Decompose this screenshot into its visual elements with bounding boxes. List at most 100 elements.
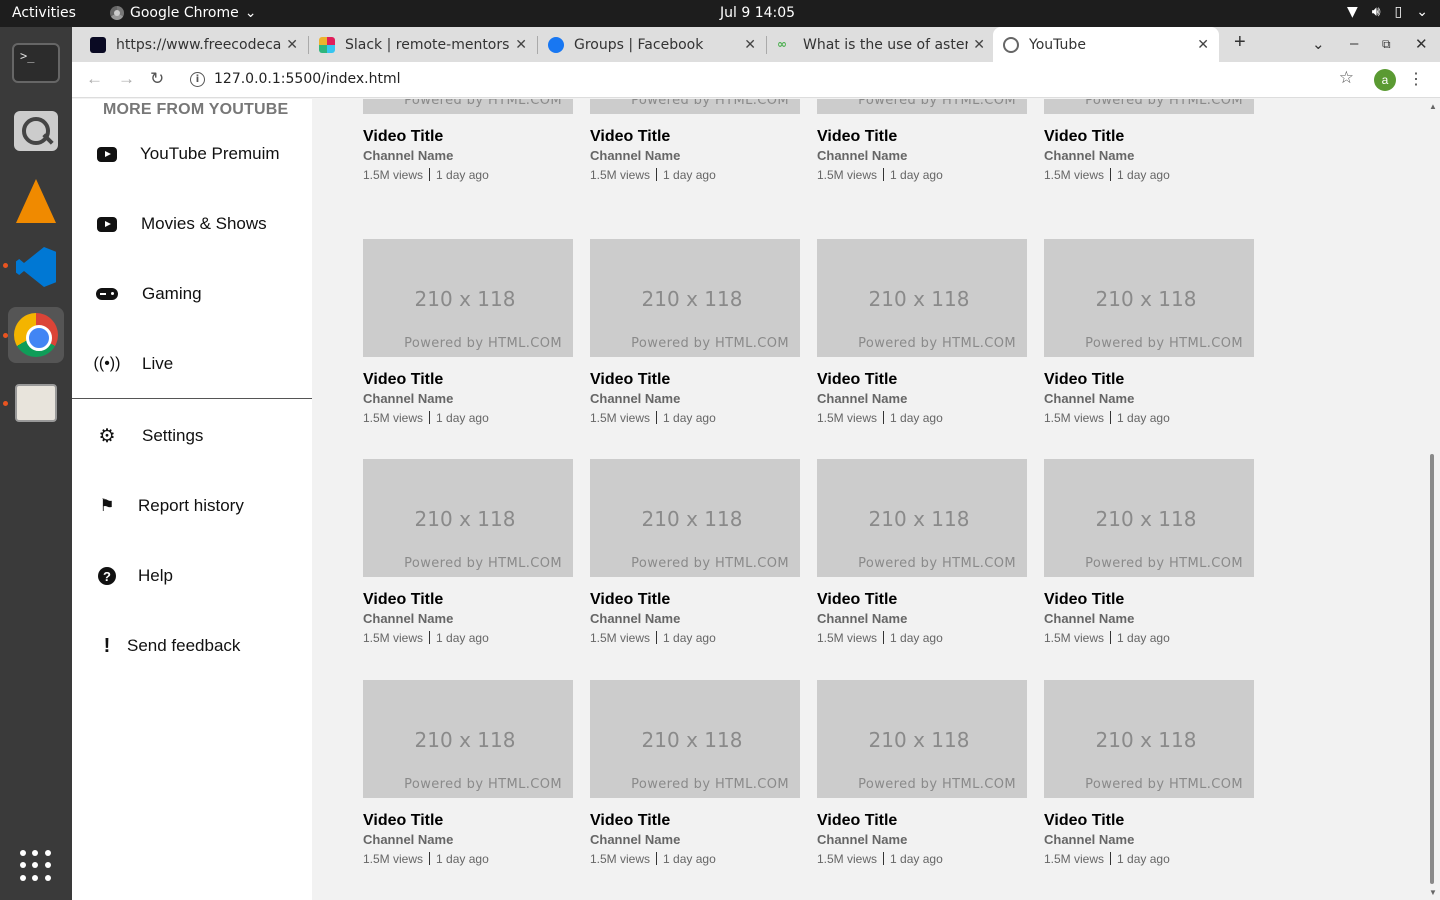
- close-icon[interactable]: ✕: [1197, 37, 1209, 53]
- video-card[interactable]: 210 x 118Powered by HTML.COM Video TitleC…: [363, 239, 573, 427]
- profile-avatar[interactable]: a: [1374, 69, 1396, 91]
- dock-search[interactable]: [8, 103, 64, 159]
- video-title[interactable]: Video Title: [817, 812, 1027, 830]
- channel-name[interactable]: Channel Name: [590, 830, 800, 850]
- video-thumbnail[interactable]: 210 x 118Powered by HTML.COM: [1044, 459, 1254, 577]
- video-title[interactable]: Video Title: [1044, 812, 1254, 830]
- close-icon[interactable]: ✕: [973, 37, 985, 53]
- video-title[interactable]: Video Title: [817, 128, 1027, 146]
- sidebar-item-help[interactable]: ? Help: [72, 556, 312, 596]
- back-arrow-icon[interactable]: ←: [86, 69, 103, 89]
- channel-name[interactable]: Channel Name: [1044, 830, 1254, 850]
- reload-icon[interactable]: ↻: [150, 69, 164, 89]
- menu-kebab-icon[interactable]: ⋮: [1408, 69, 1424, 89]
- dock-terminal[interactable]: >_: [8, 35, 64, 91]
- close-icon[interactable]: ✕: [515, 37, 527, 53]
- tab-slack[interactable]: Slack | remote-mentorship ✕: [309, 27, 537, 62]
- video-title[interactable]: Video Title: [590, 812, 800, 830]
- video-title[interactable]: Video Title: [1044, 591, 1254, 609]
- dock-files[interactable]: [8, 375, 64, 431]
- scroll-up-icon[interactable]: ▲: [1429, 102, 1437, 111]
- video-thumbnail[interactable]: 210 x 118Powered by HTML.COM: [1044, 99, 1254, 114]
- video-thumbnail[interactable]: 210 x 118Powered by HTML.COM: [590, 459, 800, 577]
- channel-name[interactable]: Channel Name: [590, 609, 800, 629]
- video-card[interactable]: 210 x 118Powered by HTML.COM Video TitleC…: [1044, 239, 1254, 427]
- video-card[interactable]: 210 x 118Powered by HTML.COM Video TitleC…: [1044, 459, 1254, 647]
- new-tab-button[interactable]: +: [1234, 31, 1246, 54]
- close-icon[interactable]: ✕: [744, 37, 756, 53]
- video-card[interactable]: 210 x 118Powered by HTML.COM Video TitleC…: [363, 459, 573, 647]
- video-thumbnail[interactable]: 210 x 118Powered by HTML.COM: [590, 680, 800, 798]
- video-card[interactable]: 210 x 118Powered by HTML.COMVideo TitleC…: [817, 680, 1027, 868]
- channel-name[interactable]: Channel Name: [590, 389, 800, 409]
- dock-vscode[interactable]: [8, 239, 64, 295]
- page-scrollbar[interactable]: ▲ ▼: [1426, 99, 1440, 900]
- video-thumbnail[interactable]: 210 x 118Powered by HTML.COM: [1044, 680, 1254, 798]
- video-title[interactable]: Video Title: [363, 591, 573, 609]
- video-thumbnail[interactable]: 210 x 118Powered by HTML.COM: [817, 99, 1027, 114]
- activities-button[interactable]: Activities: [12, 5, 76, 21]
- video-thumbnail[interactable]: 210 x 118Powered by HTML.COM: [363, 239, 573, 357]
- video-title[interactable]: Video Title: [817, 591, 1027, 609]
- video-thumbnail[interactable]: 210 x 118Powered by HTML.COM: [363, 99, 573, 114]
- video-card[interactable]: 210 x 118Powered by HTML.COM Video TitleC…: [1044, 680, 1254, 868]
- channel-name[interactable]: Channel Name: [817, 146, 1027, 166]
- channel-name[interactable]: Channel Name: [363, 609, 573, 629]
- video-thumbnail[interactable]: 210 x 118Powered by HTML.COM: [817, 239, 1027, 357]
- video-card[interactable]: 210 x 118Powered by HTML.COM Video TitleC…: [363, 680, 573, 868]
- video-thumbnail[interactable]: 210 x 118Powered by HTML.COM: [590, 239, 800, 357]
- sidebar-item-live[interactable]: ((•)) Live: [72, 344, 312, 384]
- video-card[interactable]: 210 x 118Powered by HTML.COM Video TitleC…: [590, 239, 800, 427]
- channel-name[interactable]: Channel Name: [590, 146, 800, 166]
- tab-search-icon[interactable]: ⌄: [1312, 35, 1325, 53]
- video-title[interactable]: Video Title: [363, 812, 573, 830]
- channel-name[interactable]: Channel Name: [363, 389, 573, 409]
- video-title[interactable]: Video Title: [1044, 371, 1254, 389]
- sidebar-item-movies-shows[interactable]: Movies & Shows: [72, 204, 312, 244]
- video-title[interactable]: Video Title: [590, 591, 800, 609]
- sidebar-item-settings[interactable]: ⚙ Settings: [72, 416, 312, 456]
- video-card[interactable]: 210 x 118Powered by HTML.COM Video TitleC…: [1044, 99, 1254, 184]
- close-icon[interactable]: ✕: [286, 37, 298, 53]
- clock[interactable]: Jul 9 14:05: [720, 5, 795, 21]
- video-thumbnail[interactable]: 210 x 118Powered by HTML.COM: [1044, 239, 1254, 357]
- minimize-icon[interactable]: –: [1350, 35, 1358, 52]
- video-card[interactable]: 210 x 118Powered by HTML.COM Video TitleC…: [590, 459, 800, 647]
- video-thumbnail[interactable]: 210 x 118Powered by HTML.COM: [363, 680, 573, 798]
- video-thumbnail[interactable]: 210 x 118Powered by HTML.COM: [817, 459, 1027, 577]
- sidebar-item-gaming[interactable]: Gaming: [72, 274, 312, 314]
- info-icon[interactable]: i: [190, 71, 205, 87]
- video-title[interactable]: Video Title: [1044, 128, 1254, 146]
- dock-chrome[interactable]: [8, 307, 64, 363]
- channel-name[interactable]: Channel Name: [1044, 146, 1254, 166]
- video-card[interactable]: 210 x 118Powered by HTML.COM Video TitleC…: [590, 99, 800, 184]
- tab-freecodecamp[interactable]: https://www.freecodecamp.org ✕: [80, 27, 308, 62]
- scrollbar-thumb[interactable]: [1430, 454, 1434, 884]
- video-thumbnail[interactable]: 210 x 118Powered by HTML.COM: [363, 459, 573, 577]
- video-title[interactable]: Video Title: [590, 371, 800, 389]
- channel-name[interactable]: Channel Name: [817, 389, 1027, 409]
- video-title[interactable]: Video Title: [817, 371, 1027, 389]
- video-card[interactable]: 210 x 118Powered by HTML.COM Video TitleC…: [817, 239, 1027, 427]
- sidebar-item-youtube-premium[interactable]: YouTube Premuim: [72, 134, 312, 174]
- video-card[interactable]: 210 x 118Powered by HTML.COMVideo TitleC…: [363, 99, 573, 184]
- sidebar-item-report-history[interactable]: ⚑ Report history: [72, 486, 312, 526]
- app-menu[interactable]: Google Chrome ⌄: [110, 5, 256, 21]
- video-title[interactable]: Video Title: [363, 128, 573, 146]
- channel-name[interactable]: Channel Name: [1044, 389, 1254, 409]
- address-bar[interactable]: i 127.0.0.1:5500/index.html: [182, 64, 1362, 94]
- video-title[interactable]: Video Title: [590, 128, 800, 146]
- channel-name[interactable]: Channel Name: [363, 830, 573, 850]
- close-window-icon[interactable]: ✕: [1415, 35, 1428, 53]
- bookmark-star-icon[interactable]: ☆: [1339, 68, 1354, 88]
- scroll-down-icon[interactable]: ▼: [1429, 888, 1437, 897]
- channel-name[interactable]: Channel Name: [1044, 609, 1254, 629]
- dock-vlc[interactable]: [8, 173, 64, 229]
- forward-arrow-icon[interactable]: →: [118, 69, 135, 89]
- video-title[interactable]: Video Title: [363, 371, 573, 389]
- channel-name[interactable]: Channel Name: [817, 830, 1027, 850]
- video-thumbnail[interactable]: 210 x 118Powered by HTML.COM: [590, 99, 800, 114]
- video-card[interactable]: 210 x 118Powered by HTML.COM Video TitleC…: [590, 680, 800, 868]
- restore-icon[interactable]: ⧉: [1382, 37, 1391, 52]
- tab-facebook[interactable]: Groups | Facebook ✕: [538, 27, 766, 62]
